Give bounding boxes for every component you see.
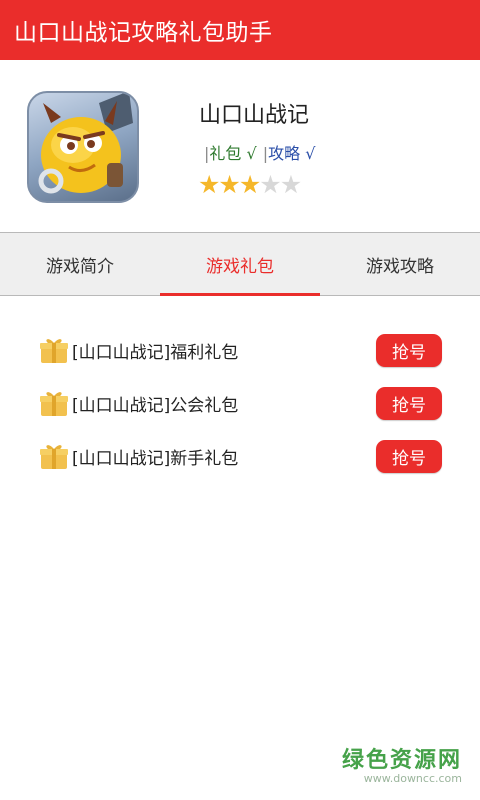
game-tags: |礼包 √ |攻略 √: [204, 140, 315, 164]
gift-row: [山口山战记]新手礼包 抢号: [0, 430, 480, 483]
tab-2[interactable]: 游戏攻略: [320, 233, 480, 295]
grab-code-button[interactable]: 抢号: [376, 387, 442, 420]
gift-name: [山口山战记]公会礼包: [72, 396, 239, 416]
game-title: 山口山战记: [199, 103, 310, 128]
check-mark-icon: √: [305, 144, 316, 163]
gift-icon: [40, 442, 68, 470]
tab-bar: 游戏简介 游戏礼包 游戏攻略: [0, 232, 480, 296]
watermark-logo-text: 绿色资源网: [341, 748, 462, 773]
gift-list: [山口山战记]福利礼包 抢号 [山口山战记]公会礼包 抢号 [山口山战记]新手礼包 抢号: [0, 324, 480, 483]
tag-gift-label: 礼包: [209, 144, 242, 163]
tab-1[interactable]: 游戏礼包: [160, 233, 320, 296]
star-icon: ★: [198, 170, 220, 199]
grab-code-button[interactable]: 抢号: [376, 334, 442, 367]
gift-row: [山口山战记]公会礼包 抢号: [0, 377, 480, 430]
tag-guide: |攻略 √: [263, 144, 316, 163]
gift-icon: [40, 389, 68, 417]
tab-0[interactable]: 游戏简介: [0, 233, 160, 295]
gift-icon: [40, 336, 68, 364]
game-icon: [27, 91, 139, 203]
gift-name: [山口山战记]新手礼包: [72, 449, 239, 469]
check-mark-icon: √: [246, 144, 257, 163]
star-icon: ★: [218, 170, 240, 199]
game-header: 山口山战记 |礼包 √ |攻略 √ ★★★★★: [0, 60, 480, 232]
grab-code-button[interactable]: 抢号: [376, 440, 442, 473]
watermark: 绿色资源网 www.downcc.com: [338, 742, 462, 785]
gift-row: [山口山战记]福利礼包 抢号: [0, 324, 480, 377]
star-icon: ★: [238, 170, 261, 199]
tag-guide-label: 攻略: [268, 144, 301, 163]
star-icon: ★: [259, 170, 281, 199]
tag-gift: 礼包 √: [209, 144, 256, 163]
rating-stars: ★★★★★: [198, 170, 302, 199]
star-icon: ★: [279, 170, 302, 199]
gift-name: [山口山战记]福利礼包: [72, 343, 239, 363]
title-bar: 山口山战记攻略礼包助手: [0, 0, 480, 60]
app-title: 山口山战记攻略礼包助手: [14, 20, 273, 46]
